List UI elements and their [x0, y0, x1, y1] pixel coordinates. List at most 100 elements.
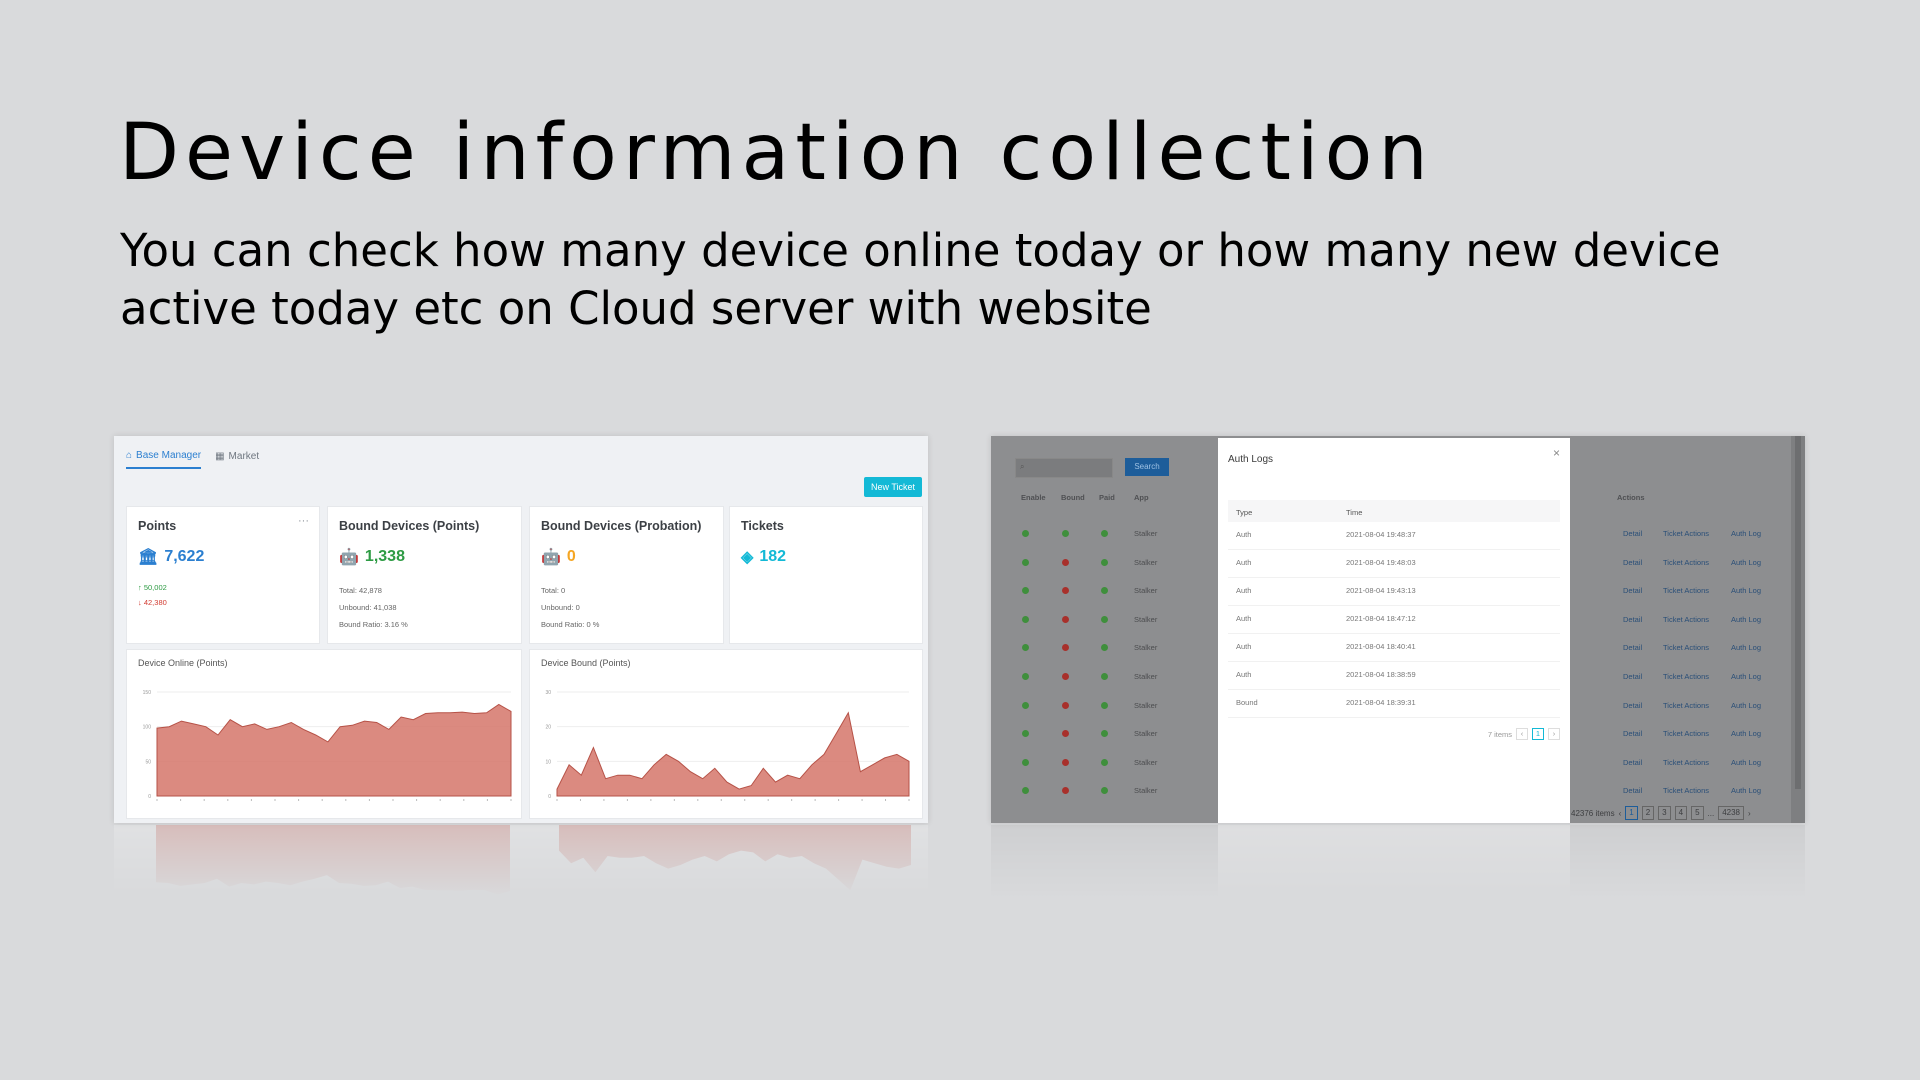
auth-log-link[interactable]: Auth Log — [1731, 643, 1761, 652]
next-page-button[interactable]: › — [1748, 809, 1751, 818]
auth-log-link[interactable]: Auth Log — [1731, 615, 1761, 624]
dashboard-screenshot: ⌂ Base Manager ▦ Market New Ticket Point… — [114, 436, 928, 823]
page-1[interactable]: 1 — [1625, 806, 1638, 820]
bound-status-icon — [1062, 701, 1069, 709]
table-row: Auth 2021-08-04 18:47:12 — [1228, 606, 1560, 634]
slide-subtitle: You can check how many device online tod… — [120, 224, 1721, 335]
modal-pager: 7 items ‹ 1 › — [1488, 728, 1560, 740]
paid-status-icon — [1101, 758, 1108, 766]
ticket-actions-link[interactable]: Ticket Actions — [1663, 558, 1709, 567]
new-ticket-button[interactable]: New Ticket — [863, 477, 922, 497]
reflection-fade — [991, 825, 1805, 915]
slide-title: Device information collection — [119, 108, 1434, 198]
ticket-actions-link[interactable]: Ticket Actions — [1663, 729, 1709, 738]
col-enable: Enable — [1021, 493, 1046, 502]
auth-log-link[interactable]: Auth Log — [1731, 758, 1761, 767]
ticket-actions-link[interactable]: Ticket Actions — [1663, 615, 1709, 624]
search-input[interactable]: ⌕ — [1015, 458, 1113, 478]
next-page-button[interactable]: › — [1548, 728, 1560, 740]
detail-link[interactable]: Detail — [1623, 758, 1642, 767]
page-5[interactable]: 5 — [1691, 806, 1704, 820]
detail-link[interactable]: Detail — [1623, 529, 1642, 538]
dashboard-reflection — [114, 825, 928, 915]
auth-log-link[interactable]: Auth Log — [1731, 672, 1761, 681]
log-time: 2021-08-04 19:43:13 — [1346, 586, 1416, 595]
more-icon[interactable]: ··· — [298, 515, 309, 527]
y-tick-label: 20 — [545, 725, 551, 731]
tab-base-manager[interactable]: ⌂ Base Manager — [126, 450, 202, 469]
page-last[interactable]: 4238 — [1718, 806, 1744, 820]
auth-log-link[interactable]: Auth Log — [1731, 586, 1761, 595]
scrollbar[interactable] — [1791, 436, 1805, 823]
auth-logs-table: Type Time Auth 2021-08-04 19:48:37 Auth 202… — [1228, 500, 1560, 718]
card-title: Tickets — [741, 519, 784, 533]
log-time: 2021-08-04 19:48:03 — [1346, 558, 1416, 567]
y-tick-label: 0 — [548, 794, 551, 800]
current-page[interactable]: 1 — [1532, 728, 1544, 740]
auth-log-link[interactable]: Auth Log — [1731, 786, 1761, 795]
enable-status-icon — [1022, 530, 1029, 537]
ticket-actions-link[interactable]: Ticket Actions — [1663, 586, 1709, 595]
detail-link[interactable]: Detail — [1623, 701, 1642, 710]
row-app: Stalker — [1134, 786, 1158, 796]
prev-page-button[interactable]: ‹ — [1516, 728, 1528, 740]
bound-points-total: Total: 42,878 — [339, 586, 382, 595]
bound-points-unbound: Unbound: 41,038 — [339, 603, 397, 612]
log-time: 2021-08-04 18:39:31 — [1346, 698, 1416, 707]
auth-log-link[interactable]: Auth Log — [1731, 729, 1761, 738]
row-app: Stalker — [1134, 614, 1158, 624]
detail-link[interactable]: Detail — [1623, 643, 1642, 652]
points-up: ↑ 50,002 — [138, 583, 167, 592]
points-down: ↓ 42,380 — [138, 598, 167, 607]
y-tick-label: 150 — [143, 690, 152, 696]
table-row: Auth 2021-08-04 19:48:03 — [1228, 550, 1560, 578]
auth-log-link[interactable]: Auth Log — [1731, 558, 1761, 567]
paid-status-icon — [1101, 615, 1108, 623]
enable-status-icon — [1022, 587, 1029, 595]
store-icon: ▦ — [215, 451, 225, 462]
detail-link[interactable]: Detail — [1623, 586, 1642, 595]
bound-points-ratio: Bound Ratio: 3.16 % — [339, 620, 408, 629]
detail-link[interactable]: Detail — [1623, 672, 1642, 681]
tab-market[interactable]: ▦ Market — [215, 450, 259, 469]
detail-link[interactable]: Detail — [1623, 729, 1642, 738]
scrollbar-thumb[interactable] — [1795, 436, 1801, 789]
bound-status-icon — [1062, 558, 1069, 566]
ticket-actions-link[interactable]: Ticket Actions — [1663, 701, 1709, 710]
bound-status-icon — [1062, 587, 1069, 595]
col-type: Type — [1236, 508, 1253, 517]
detail-link[interactable]: Detail — [1623, 558, 1642, 567]
modal-title: Auth Logs — [1228, 454, 1274, 465]
records-reflection — [991, 825, 1805, 915]
ticket-actions-link[interactable]: Ticket Actions — [1663, 643, 1709, 652]
bound-status-icon — [1062, 673, 1069, 680]
auth-logs-modal: Auth Logs × Type Time Auth 2021-08-04 19:… — [1218, 438, 1570, 823]
enable-status-icon — [1022, 701, 1029, 709]
row-app: Stalker — [1134, 557, 1158, 567]
paid-status-icon — [1101, 787, 1108, 795]
row-app: Stalker — [1134, 729, 1158, 739]
detail-link[interactable]: Detail — [1623, 786, 1642, 795]
reflection-fade — [114, 825, 928, 915]
card-title: Bound Devices (Points) — [339, 519, 480, 533]
auth-log-link[interactable]: Auth Log — [1731, 701, 1761, 710]
auth-log-link[interactable]: Auth Log — [1731, 529, 1761, 538]
page-4[interactable]: 4 — [1674, 806, 1688, 820]
page-2[interactable]: 2 — [1641, 806, 1655, 820]
y-tick-label: 100 — [143, 725, 152, 731]
ticket-actions-link[interactable]: Ticket Actions — [1663, 758, 1709, 767]
device-online-chart: 150 100 50 0 — [143, 690, 512, 801]
bound-probation-ratio: Bound Ratio: 0 % — [541, 620, 600, 629]
row-app: Stalker — [1134, 643, 1158, 653]
ticket-actions-link[interactable]: Ticket Actions — [1663, 672, 1709, 681]
close-icon[interactable]: × — [1553, 446, 1560, 460]
log-time: 2021-08-04 19:48:37 — [1346, 530, 1416, 539]
card-title: Points — [138, 519, 177, 533]
ticket-actions-link[interactable]: Ticket Actions — [1663, 529, 1709, 538]
detail-link[interactable]: Detail — [1623, 615, 1642, 624]
search-button[interactable]: Search — [1125, 458, 1169, 476]
prev-page-button[interactable]: ‹ — [1619, 809, 1622, 818]
tab-label: Market — [228, 451, 260, 462]
page-3[interactable]: 3 — [1658, 806, 1671, 820]
ticket-actions-link[interactable]: Ticket Actions — [1663, 786, 1709, 795]
